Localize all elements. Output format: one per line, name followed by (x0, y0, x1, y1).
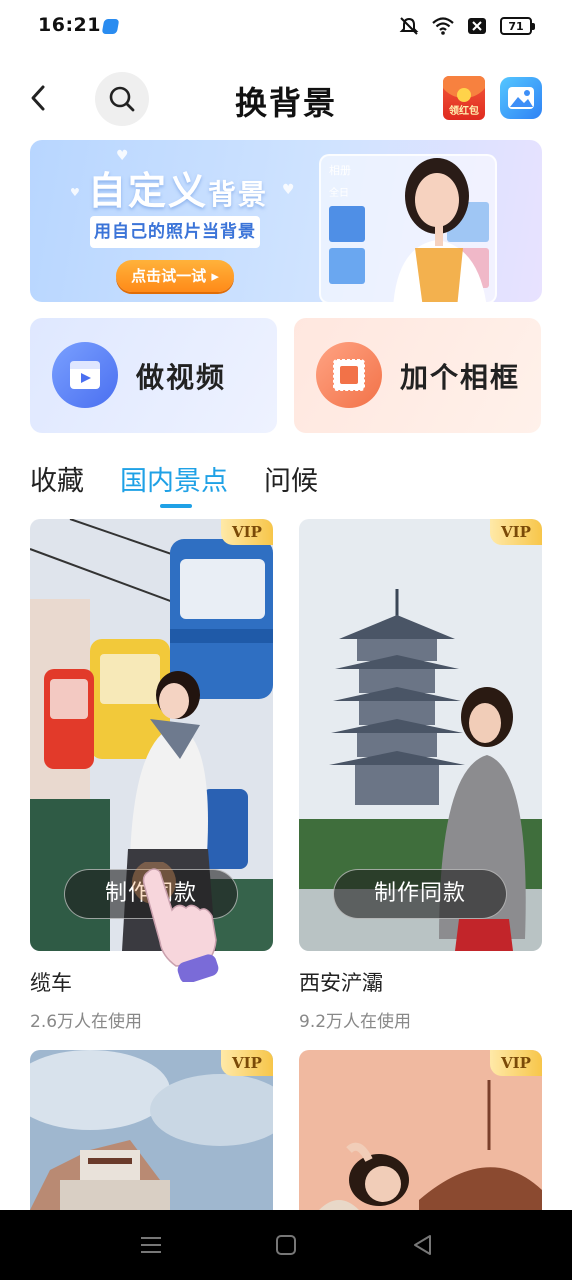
top-bar: 换背景 领红包 (0, 66, 572, 130)
red-packet-button[interactable]: 领红包 (443, 76, 485, 120)
battery-level: 71 (508, 19, 524, 33)
photo-frame-icon (333, 359, 365, 391)
banner-title: 自定义背景 (88, 160, 268, 215)
home-nav-button[interactable] (273, 1232, 299, 1258)
heart-icon: ♥ (70, 186, 80, 199)
status-time: 16:21 (38, 14, 101, 36)
tap-hand-icon (132, 862, 219, 982)
status-icons: 71 (398, 15, 535, 37)
album-sub-label: 全日 (329, 188, 349, 199)
sim-off-icon (468, 18, 486, 34)
template-card[interactable]: VIP (30, 1050, 273, 1210)
frame-icon-circle (316, 342, 382, 408)
coin-icon (457, 88, 471, 102)
template-thumbnail[interactable]: VIP (299, 1050, 542, 1210)
tab-domestic-attractions[interactable]: 国内景点 (120, 462, 228, 508)
add-frame-label: 加个相框 (400, 361, 521, 394)
template-thumbnail[interactable]: VIP 制作同款 (299, 519, 542, 951)
make-video-card[interactable]: 做视频 (30, 318, 277, 433)
template-title: 西安浐灞 (299, 971, 383, 995)
tab-favorites[interactable]: 收藏 (30, 462, 84, 506)
category-tabs: 收藏 国内景点 问候 (30, 462, 318, 512)
make-same-button[interactable]: 制作同款 (333, 869, 507, 919)
add-frame-card[interactable]: 加个相框 (294, 318, 541, 433)
vip-badge: VIP (221, 1050, 273, 1076)
template-thumbnail[interactable]: VIP (30, 1050, 273, 1210)
gallery-button[interactable] (500, 77, 542, 119)
banner-subtitle: 用自己的照片当背景 (90, 216, 260, 248)
custom-background-banner[interactable]: ♥ ♥ ♥ 自定义背景 用自己的照片当背景 点击试一试 ▸ 相册 全日 (30, 140, 542, 302)
tab-greetings[interactable]: 问候 (264, 462, 318, 506)
album-tile (329, 206, 365, 242)
album-label: 相册 (329, 164, 351, 177)
video-icon-circle (52, 342, 118, 408)
red-packet-label: 领红包 (449, 106, 479, 117)
banner-try-button[interactable]: 点击试一试 ▸ (116, 260, 234, 292)
vip-badge: VIP (490, 519, 542, 545)
make-video-label: 做视频 (136, 361, 227, 394)
banner-title-main: 自定义 (88, 169, 209, 213)
video-play-icon (70, 361, 100, 389)
template-card[interactable]: VIP (299, 1050, 542, 1210)
vip-badge: VIP (221, 519, 273, 545)
gallery-icon (508, 87, 534, 109)
wifi-icon (432, 17, 454, 35)
banner-title-sub: 背景 (208, 178, 269, 211)
system-nav-bar (0, 1210, 572, 1280)
page-title: 换背景 (234, 84, 337, 122)
template-usage-count: 9.2万人在使用 (299, 1012, 412, 1032)
mute-icon (399, 17, 419, 35)
heart-icon: ♥ (282, 182, 295, 198)
template-card-xian[interactable]: VIP 制作同款 西安浐灞 9.2万人在使用 (299, 519, 542, 1032)
battery-icon: 71 (500, 17, 535, 35)
back-nav-button[interactable] (410, 1232, 436, 1258)
menu-nav-button[interactable] (138, 1232, 164, 1258)
album-tile (329, 248, 365, 284)
status-bar: 16:21 71 (0, 0, 572, 52)
model-photo (393, 158, 487, 302)
template-usage-count: 2.6万人在使用 (30, 1012, 143, 1032)
app-notification-icon (101, 19, 120, 34)
vip-badge: VIP (490, 1050, 542, 1076)
